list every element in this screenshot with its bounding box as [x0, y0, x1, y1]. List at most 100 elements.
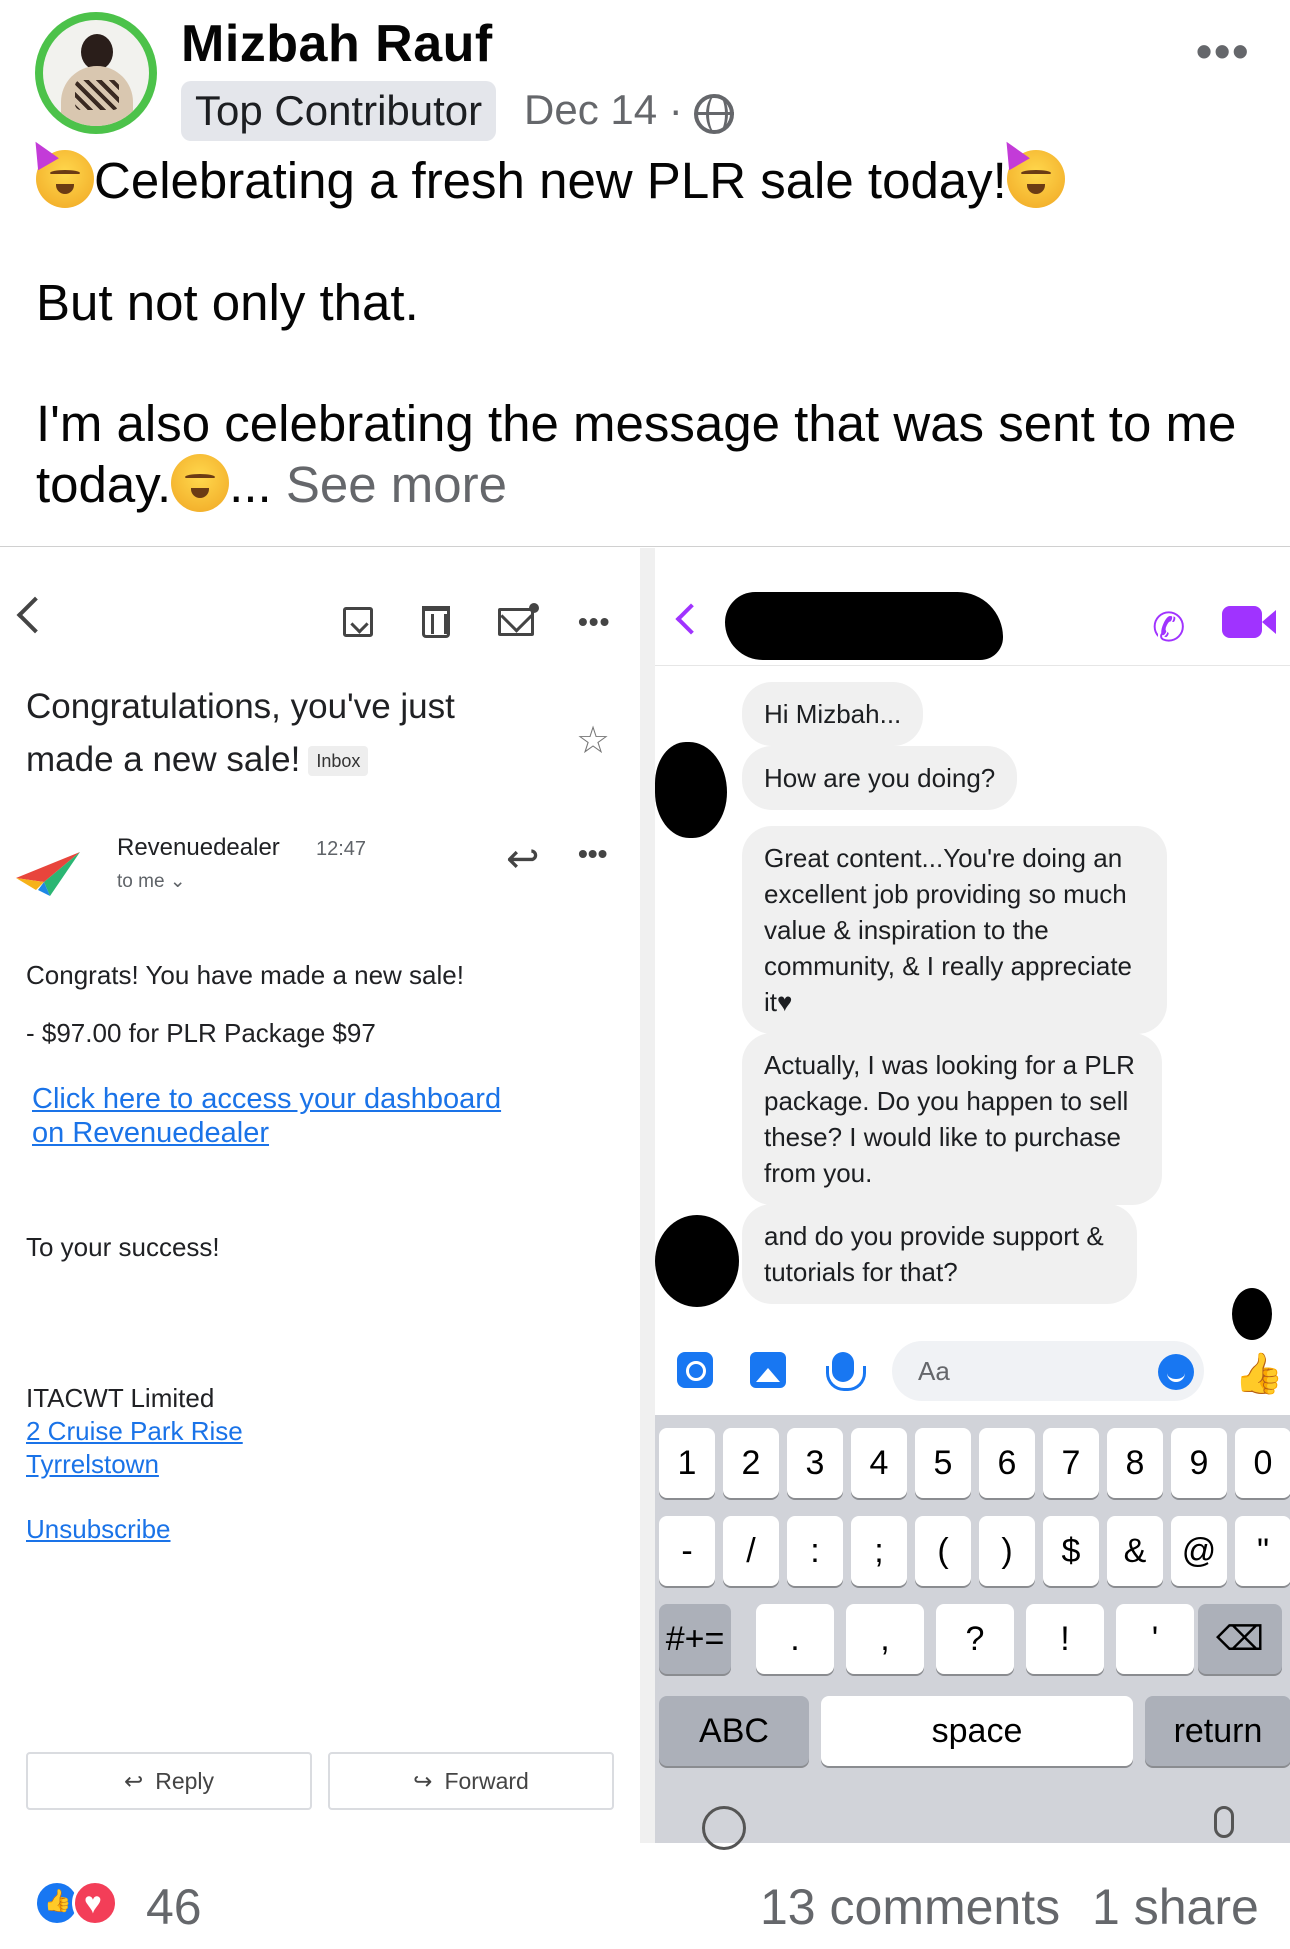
messenger-header-divider: [655, 665, 1290, 666]
see-more-link[interactable]: See more: [286, 456, 507, 513]
post-line-4: today.... See more: [36, 454, 507, 515]
recipient-details[interactable]: to me ⌄: [117, 870, 186, 893]
keyboard-key[interactable]: space: [821, 1696, 1133, 1766]
subject-text: Congratulations, you've just made a new …: [26, 687, 455, 779]
sender-name[interactable]: Revenuedealer: [117, 834, 280, 862]
star-icon[interactable]: ☆: [576, 718, 610, 763]
mark-unread-icon[interactable]: [498, 603, 539, 636]
reply-small-icon: ↩: [123, 1767, 144, 1794]
forward-button[interactable]: ↪ Forward: [328, 1752, 614, 1810]
camera-icon[interactable]: [677, 1352, 713, 1388]
keyboard-key[interactable]: 1: [659, 1428, 715, 1498]
dashboard-link-continued[interactable]: on Revenuedealer: [32, 1116, 269, 1150]
author-avatar[interactable]: [35, 12, 157, 134]
keyboard-key[interactable]: return: [1145, 1696, 1290, 1766]
message-bubble[interactable]: Hi Mizbah...: [742, 682, 924, 746]
message-bubble[interactable]: and do you provide support & tutorials f…: [742, 1204, 1137, 1304]
keyboard-key[interactable]: 6: [979, 1428, 1035, 1498]
reply-icon[interactable]: ↩: [506, 836, 540, 882]
reply-button[interactable]: ↩ Reply: [26, 1752, 312, 1810]
keyboard-key[interactable]: #+=: [659, 1604, 731, 1674]
reply-label: Reply: [155, 1767, 215, 1794]
keyboard-key[interactable]: 3: [787, 1428, 843, 1498]
keyboard-key[interactable]: (: [915, 1516, 971, 1586]
shares-count[interactable]: 1 share: [1092, 1878, 1259, 1936]
emoji-icon[interactable]: [1158, 1354, 1194, 1390]
keyboard-key[interactable]: ): [979, 1516, 1035, 1586]
post-text-line-4: today.: [36, 456, 172, 513]
keyboard-emoji-icon[interactable]: [702, 1806, 746, 1850]
message-bubble[interactable]: Actually, I was looking for a PLR packag…: [742, 1033, 1162, 1205]
thumbs-up-icon[interactable]: 👍: [1234, 1350, 1284, 1397]
keyboard-key[interactable]: .: [756, 1604, 834, 1674]
message-more-icon[interactable]: •••: [578, 838, 607, 870]
keyboard-key[interactable]: ⌫: [1198, 1604, 1282, 1674]
post-line-1: Celebrating a fresh new PLR sale today!: [25, 135, 1065, 211]
post-date[interactable]: Dec 14 ·: [524, 86, 683, 134]
post-line-2: But not only that.: [36, 274, 419, 331]
email-closing: To your success!: [26, 1232, 220, 1262]
phone-call-icon[interactable]: ✆: [1152, 605, 1186, 651]
partying-face-icon: [995, 135, 1065, 208]
star-struck-icon: [171, 454, 230, 512]
video-call-icon[interactable]: [1222, 606, 1276, 638]
unsubscribe-link[interactable]: Unsubscribe: [26, 1514, 171, 1545]
email-subject: Congratulations, you've just made a new …: [26, 680, 496, 786]
inbox-label[interactable]: Inbox: [308, 746, 369, 776]
dashboard-link[interactable]: Click here to access your dashboard: [32, 1082, 501, 1116]
email-time: 12:47: [316, 838, 367, 860]
trash-icon[interactable]: [422, 606, 450, 638]
keyboard-key[interactable]: 0: [1235, 1428, 1290, 1498]
globe-icon: [694, 94, 734, 134]
panel-divider: [640, 548, 655, 1843]
redacted-avatar: [655, 1215, 739, 1307]
redacted-contact-name: [725, 592, 1003, 660]
keyboard-key[interactable]: 7: [1043, 1428, 1099, 1498]
reaction-count[interactable]: 46: [146, 1878, 202, 1936]
company-name: ITACWT Limited: [26, 1383, 215, 1413]
more-options-icon[interactable]: •••: [1196, 24, 1250, 78]
forward-label: Forward: [444, 1767, 529, 1794]
top-contributor-badge: Top Contributor: [181, 81, 497, 141]
email-more-icon[interactable]: •••: [578, 606, 610, 638]
archive-icon[interactable]: [343, 607, 373, 637]
keyboard-key[interactable]: 5: [915, 1428, 971, 1498]
email-body-line-1: Congrats! You have made a new sale!: [26, 960, 464, 990]
keyboard-key[interactable]: 8: [1107, 1428, 1163, 1498]
keyboard-key[interactable]: $: [1043, 1516, 1099, 1586]
keyboard-key[interactable]: !: [1026, 1604, 1104, 1674]
keyboard-key[interactable]: ;: [851, 1516, 907, 1586]
message-bubble[interactable]: How are you doing?: [742, 746, 1018, 810]
email-body-line-2: - $97.00 for PLR Package $97: [26, 1018, 376, 1048]
author-name[interactable]: Mizbah Rauf: [181, 14, 493, 74]
ellipsis: ...: [229, 456, 272, 513]
paper-plane-logo-icon: [16, 852, 80, 896]
gallery-icon[interactable]: [750, 1352, 786, 1388]
keyboard-key[interactable]: ": [1235, 1516, 1290, 1586]
address-line-2[interactable]: Tyrrelstown: [26, 1449, 159, 1480]
image-top-border: [0, 546, 1290, 547]
redacted-avatar: [655, 742, 727, 838]
microphone-icon[interactable]: [826, 1352, 866, 1391]
keyboard-key[interactable]: ?: [936, 1604, 1014, 1674]
comments-count[interactable]: 13 comments: [760, 1878, 1060, 1936]
post-text-line-1: Celebrating a fresh new PLR sale today!: [94, 152, 1007, 209]
love-reaction-icon: [72, 1880, 118, 1926]
keyboard-key[interactable]: ,: [846, 1604, 924, 1674]
keyboard-key[interactable]: ': [1116, 1604, 1194, 1674]
keyboard-key[interactable]: 4: [851, 1428, 907, 1498]
keyboard-key[interactable]: :: [787, 1516, 843, 1586]
redacted-seen-avatar: [1232, 1288, 1272, 1340]
keyboard-key[interactable]: &: [1107, 1516, 1163, 1586]
dictation-mic-icon[interactable]: [1214, 1806, 1234, 1838]
partying-face-icon: [25, 135, 94, 208]
post-line-3: I'm also celebrating the message that wa…: [36, 395, 1237, 452]
keyboard-key[interactable]: 2: [723, 1428, 779, 1498]
address-line-1[interactable]: 2 Cruise Park Rise: [26, 1416, 243, 1447]
keyboard-key[interactable]: @: [1171, 1516, 1227, 1586]
keyboard-key[interactable]: 9: [1171, 1428, 1227, 1498]
keyboard-key[interactable]: /: [723, 1516, 779, 1586]
keyboard-key[interactable]: -: [659, 1516, 715, 1586]
message-bubble[interactable]: Great content...You're doing an excellen…: [742, 826, 1167, 1034]
keyboard-key[interactable]: ABC: [659, 1696, 809, 1766]
